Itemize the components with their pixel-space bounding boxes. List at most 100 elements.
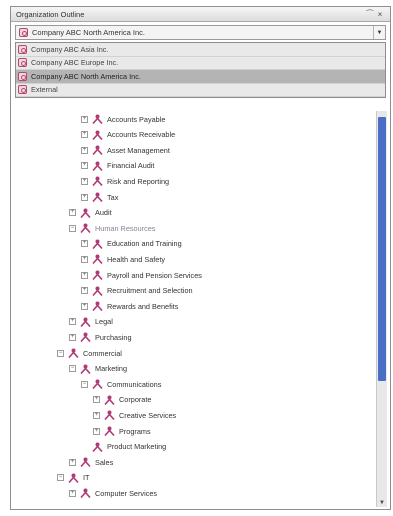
collapse-icon[interactable]: −	[57, 349, 64, 357]
company-dropdown-list: Company ABC Asia Inc. Company ABC Europe…	[15, 42, 386, 98]
company-icon	[19, 28, 28, 37]
expand-icon[interactable]: +	[69, 333, 76, 341]
close-icon[interactable]: ×	[375, 10, 385, 19]
expand-icon[interactable]: +	[81, 177, 88, 185]
tree-node-label: Accounts Payable	[107, 114, 166, 124]
expand-icon[interactable]: +	[81, 146, 88, 154]
org-unit-icon	[92, 270, 103, 280]
organization-tree: + Accounts Payable + Accounts Receivable + As…	[15, 111, 373, 507]
tree-node-label: Purchasing	[95, 332, 132, 342]
tree-node[interactable]: + Corporate	[93, 394, 151, 406]
company-icon	[18, 58, 27, 68]
leaf-spacer	[81, 443, 88, 450]
tree-node-label: Computer Services	[95, 488, 158, 498]
company-option-north-america[interactable]: Company ABC North America Inc.	[16, 70, 385, 84]
tree-node[interactable]: + Audit	[69, 207, 112, 219]
expand-icon[interactable]: +	[93, 427, 100, 435]
tree-node[interactable]: + Tax	[81, 191, 118, 203]
company-option-label: External	[31, 85, 58, 95]
tree-node-label: Payroll and Pension Services	[107, 270, 202, 280]
tree-node-label: Education and Training	[107, 239, 182, 249]
tree-node-label: IT	[83, 473, 90, 483]
chevron-down-icon[interactable]: ▼	[373, 26, 385, 39]
org-unit-icon	[80, 332, 91, 343]
tree-node-label: Communications	[107, 379, 162, 389]
tree-node[interactable]: + Programs	[93, 425, 151, 437]
tree-node[interactable]: − Communications	[81, 378, 161, 390]
org-unit-icon	[92, 176, 103, 187]
expand-icon[interactable]: +	[81, 131, 88, 139]
tree-node-label: Accounts Receivable	[107, 130, 176, 140]
tree-node[interactable]: + Risk and Reporting	[81, 175, 169, 187]
tree-node[interactable]: + Financial Audit	[81, 160, 154, 172]
tree-node-label: Human Resources	[95, 223, 156, 233]
tree-node[interactable]: − Human Resources	[69, 222, 155, 234]
scrollbar-thumb[interactable]	[378, 117, 386, 381]
tree-node[interactable]: + Purchasing	[69, 331, 132, 343]
tree-node[interactable]: + Sales	[69, 456, 113, 468]
company-option-asia[interactable]: Company ABC Asia Inc.	[16, 43, 385, 57]
expand-icon[interactable]: +	[69, 489, 76, 497]
tree-node[interactable]: + Payroll and Pension Services	[81, 269, 202, 281]
org-unit-icon	[104, 410, 115, 421]
expand-icon[interactable]: +	[81, 193, 88, 201]
company-selector-value: Company ABC North America Inc.	[32, 28, 145, 37]
org-unit-icon	[92, 161, 103, 171]
org-unit-icon	[92, 130, 103, 140]
tree-node[interactable]: + Legal	[69, 316, 113, 328]
tree-node[interactable]: − Marketing	[69, 363, 127, 375]
expand-icon[interactable]: +	[93, 411, 100, 419]
tree-node[interactable]: − IT	[57, 472, 90, 484]
expand-icon[interactable]: +	[93, 396, 100, 404]
collapse-icon[interactable]: −	[81, 380, 88, 388]
org-unit-icon	[80, 223, 91, 234]
collapse-icon[interactable]: −	[69, 224, 76, 232]
expand-icon[interactable]: +	[81, 302, 88, 310]
vertical-scrollbar[interactable]: ▼	[376, 111, 387, 507]
company-option-label: Company ABC North America Inc.	[31, 71, 141, 81]
org-unit-icon	[92, 254, 103, 265]
org-unit-icon	[68, 473, 79, 483]
tree-node-label: Creative Services	[119, 410, 177, 420]
panel-title: Organization Outline	[16, 9, 85, 19]
tree-node[interactable]: + Rewards and Benefits	[81, 300, 178, 312]
scroll-down-arrow-icon[interactable]: ▼	[377, 499, 387, 507]
tree-node[interactable]: − Commercial	[57, 347, 122, 359]
expand-icon[interactable]: +	[81, 255, 88, 263]
tree-node[interactable]: + Computer Services	[69, 487, 157, 499]
tree-node[interactable]: + Education and Training	[81, 238, 182, 250]
tree-node-label: Product Marketing	[107, 442, 167, 452]
org-unit-icon	[80, 488, 91, 499]
tree-node-label: Programs	[119, 426, 151, 436]
org-unit-icon	[80, 364, 91, 374]
expand-icon[interactable]: +	[69, 318, 76, 326]
tree-node[interactable]: + Health and Safety	[81, 253, 165, 265]
expand-icon[interactable]: +	[69, 209, 76, 217]
collapse-icon[interactable]: −	[57, 474, 64, 482]
tree-node[interactable]: + Recruitment and Selection	[81, 285, 193, 297]
expand-icon[interactable]: +	[81, 240, 88, 248]
tree-node-label: Commercial	[83, 348, 122, 358]
tree-node-label: Recruitment and Selection	[107, 286, 193, 296]
tree-node[interactable]: + Accounts Receivable	[81, 129, 175, 141]
pin-icon[interactable]: ⁀	[365, 10, 375, 19]
tree-node-label: Marketing	[95, 364, 128, 374]
tree-node[interactable]: Product Marketing	[81, 441, 166, 453]
expand-icon[interactable]: +	[69, 458, 76, 466]
tree-node[interactable]: + Creative Services	[93, 409, 176, 421]
panel-titlebar: Organization Outline ⁀ ×	[11, 7, 390, 22]
company-selector[interactable]: Company ABC North America Inc. ▼	[15, 25, 386, 40]
company-option-external[interactable]: External	[16, 84, 385, 97]
expand-icon[interactable]: +	[81, 115, 88, 123]
collapse-icon[interactable]: −	[69, 365, 76, 373]
expand-icon[interactable]: +	[81, 162, 88, 170]
expand-icon[interactable]: +	[81, 287, 88, 295]
company-icon	[18, 44, 27, 54]
org-unit-icon	[68, 348, 79, 358]
tree-node-label: Tax	[107, 192, 119, 202]
tree-node[interactable]: + Asset Management	[81, 144, 170, 156]
tree-node-label: Health and Safety	[107, 254, 166, 264]
company-option-europe[interactable]: Company ABC Europe Inc.	[16, 57, 385, 70]
tree-node[interactable]: + Accounts Payable	[81, 113, 165, 125]
expand-icon[interactable]: +	[81, 271, 88, 279]
